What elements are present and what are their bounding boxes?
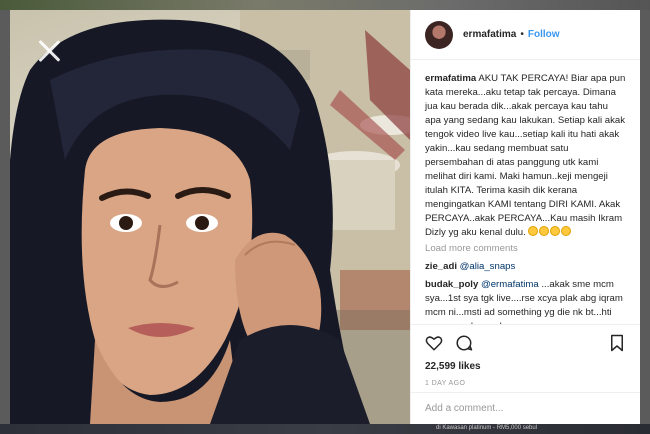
post-header: ermafatima • Follow xyxy=(411,10,640,60)
comment: zie_adi @alia_snaps xyxy=(425,260,626,274)
likes-count[interactable]: 22,599 likes xyxy=(425,361,626,372)
bookmark-icon[interactable] xyxy=(608,334,626,352)
caption: ermafatima AKU TAK PERCAYA! Biar apa pun… xyxy=(425,72,626,240)
add-comment-bar xyxy=(411,392,640,424)
close-icon[interactable] xyxy=(36,38,62,64)
comments-section: ermafatima AKU TAK PERCAYA! Biar apa pun… xyxy=(411,60,640,324)
header-username[interactable]: ermafatima xyxy=(463,29,516,40)
header-separator: • xyxy=(520,29,524,40)
post-sidebar: ermafatima • Follow ermafatima AKU TAK P… xyxy=(410,10,640,424)
comment-mention[interactable]: @ermafatima xyxy=(481,279,539,290)
smile-emoji-icon xyxy=(528,226,539,236)
post-timestamp[interactable]: 1 DAY AGO xyxy=(425,380,626,387)
caption-username[interactable]: ermafatima xyxy=(425,73,476,84)
action-row xyxy=(425,333,626,353)
caption-text: AKU TAK PERCAYA! Biar apa pun kata merek… xyxy=(425,73,626,238)
comment-bubble-icon[interactable] xyxy=(455,334,473,352)
post-photo[interactable] xyxy=(10,10,410,424)
heart-icon[interactable] xyxy=(425,334,443,352)
comment-mention[interactable]: @alia_snaps xyxy=(460,261,516,272)
emoji-group xyxy=(528,226,572,238)
comment-username[interactable]: budak_poly xyxy=(425,279,478,290)
post-modal: ermafatima • Follow ermafatima AKU TAK P… xyxy=(10,10,640,424)
load-more-comments-button[interactable]: Load more comments xyxy=(425,242,626,256)
smile-emoji-icon xyxy=(550,226,561,236)
add-comment-input[interactable] xyxy=(425,403,626,414)
avatar[interactable] xyxy=(425,20,453,49)
backdrop-caption: di Kawasan platinum - RM5,000 sebul xyxy=(436,425,538,431)
photo-illustration xyxy=(10,10,410,424)
backdrop-bottom xyxy=(0,424,650,434)
comment: budak_poly @ermafatima ...akak sme mcm s… xyxy=(425,278,626,324)
smile-emoji-icon xyxy=(539,226,550,236)
comment-username[interactable]: zie_adi xyxy=(425,261,457,272)
smile-emoji-icon xyxy=(561,226,572,236)
post-actions: 22,599 likes 1 DAY AGO xyxy=(411,324,640,424)
backdrop-top xyxy=(0,0,650,10)
follow-button[interactable]: Follow xyxy=(528,29,560,40)
